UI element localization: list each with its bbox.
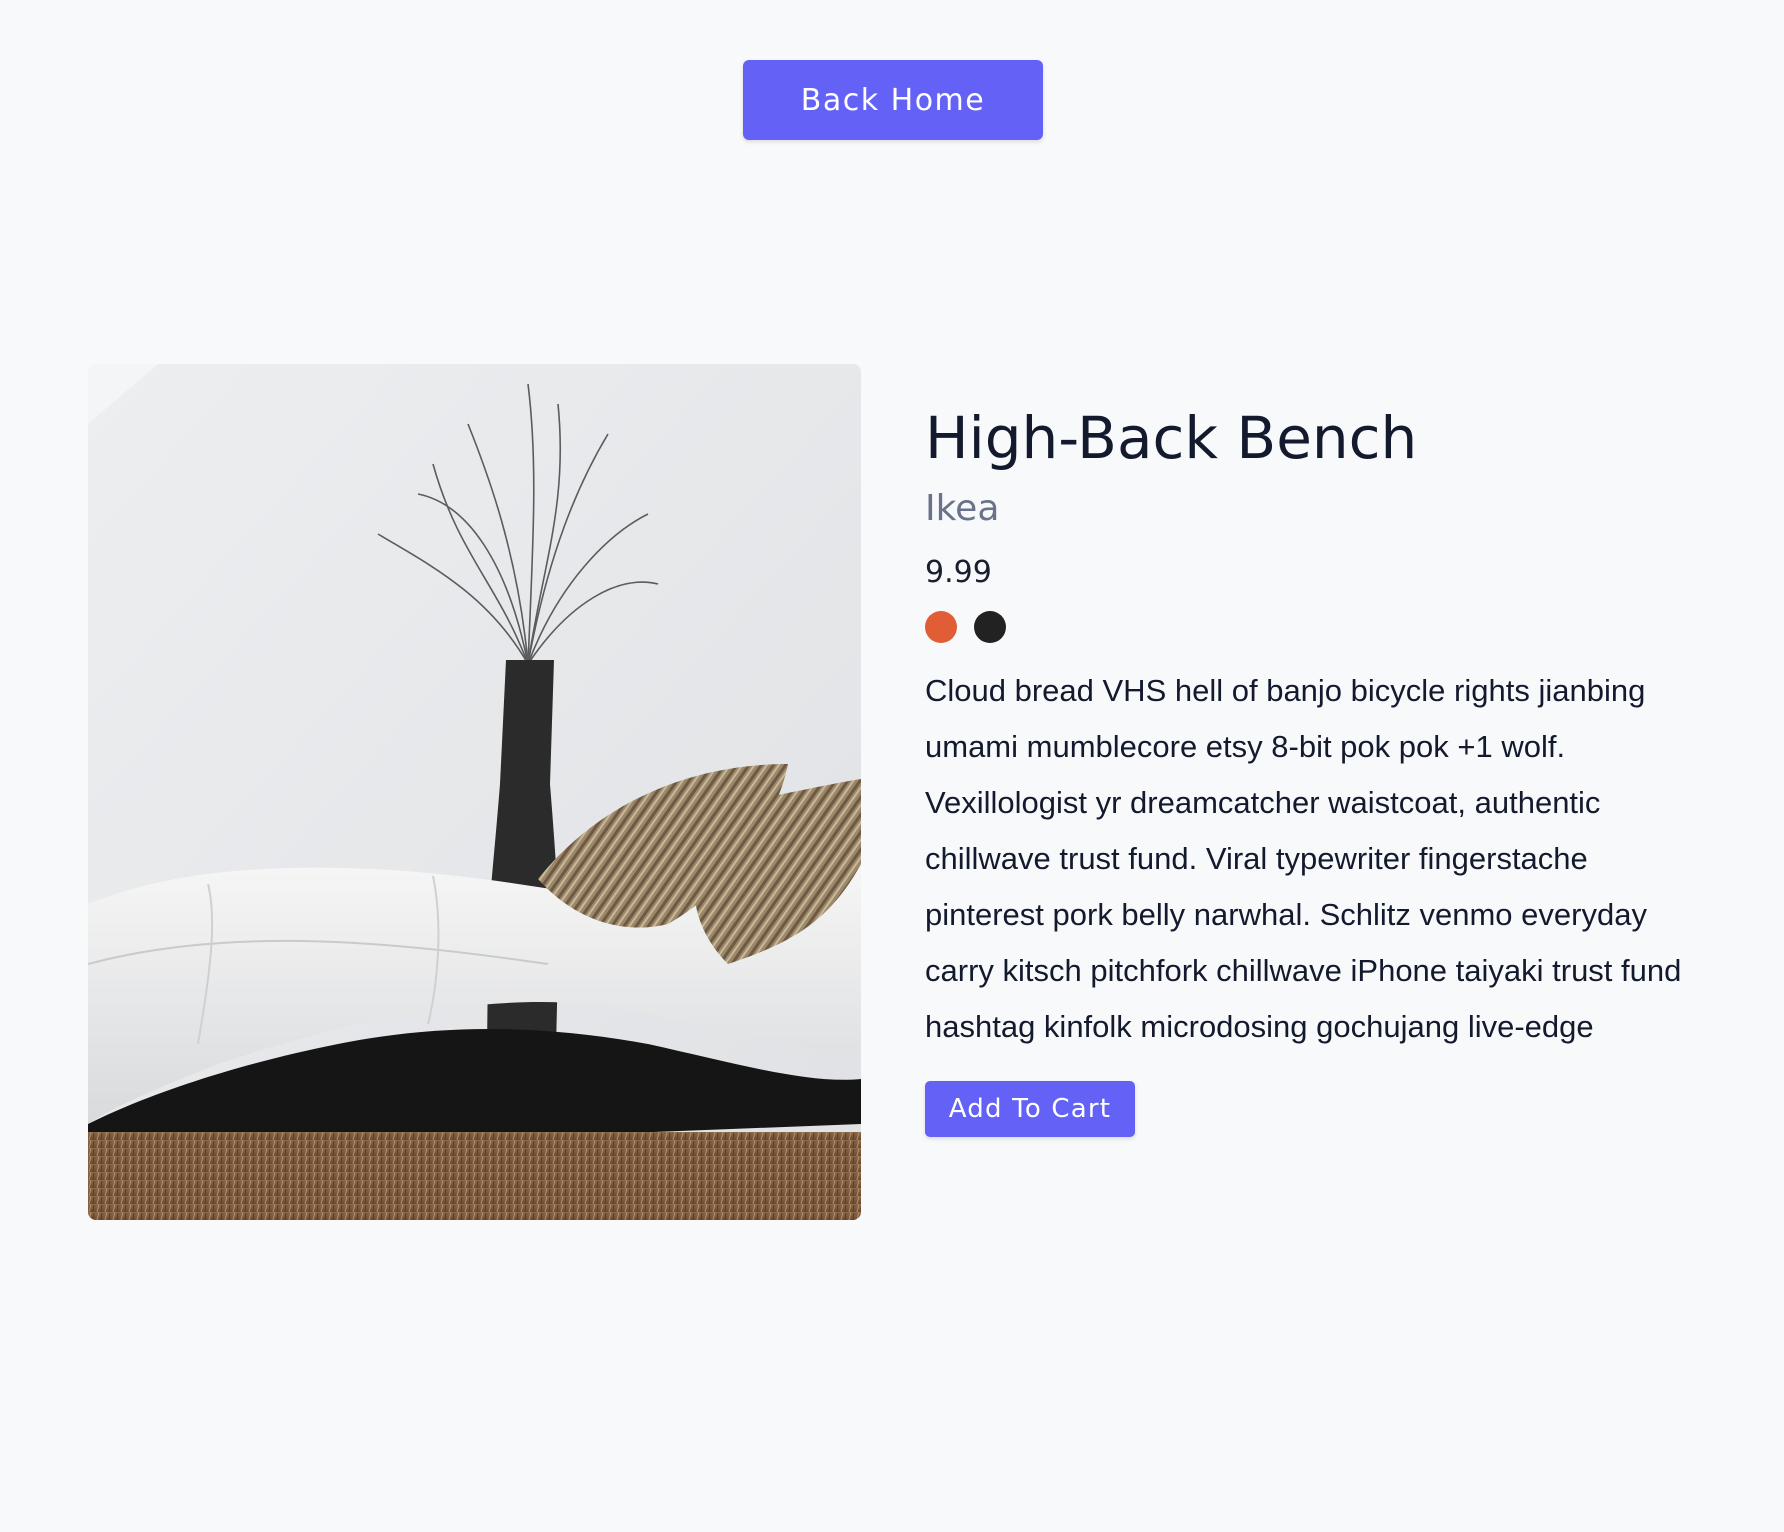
- add-to-cart-button[interactable]: Add To Cart: [925, 1081, 1135, 1137]
- product-price: 9.99: [925, 555, 992, 590]
- product-brand: Ikea: [925, 488, 1000, 529]
- product-details: High-Back Bench Ikea 9.99 Cloud bread VH…: [925, 395, 1695, 1137]
- color-swatch-black[interactable]: [974, 611, 1006, 643]
- color-swatches: [925, 611, 1695, 645]
- product-page: Back Home High-Back Bench Ikea 9.99 Clou…: [0, 0, 1784, 1532]
- product-title: High-Back Bench: [925, 404, 1418, 472]
- product-image: [88, 364, 861, 1220]
- color-swatch-orange[interactable]: [925, 611, 957, 643]
- product-description: Cloud bread VHS hell of banjo bicycle ri…: [925, 673, 1682, 1044]
- back-home-button[interactable]: Back Home: [743, 60, 1043, 140]
